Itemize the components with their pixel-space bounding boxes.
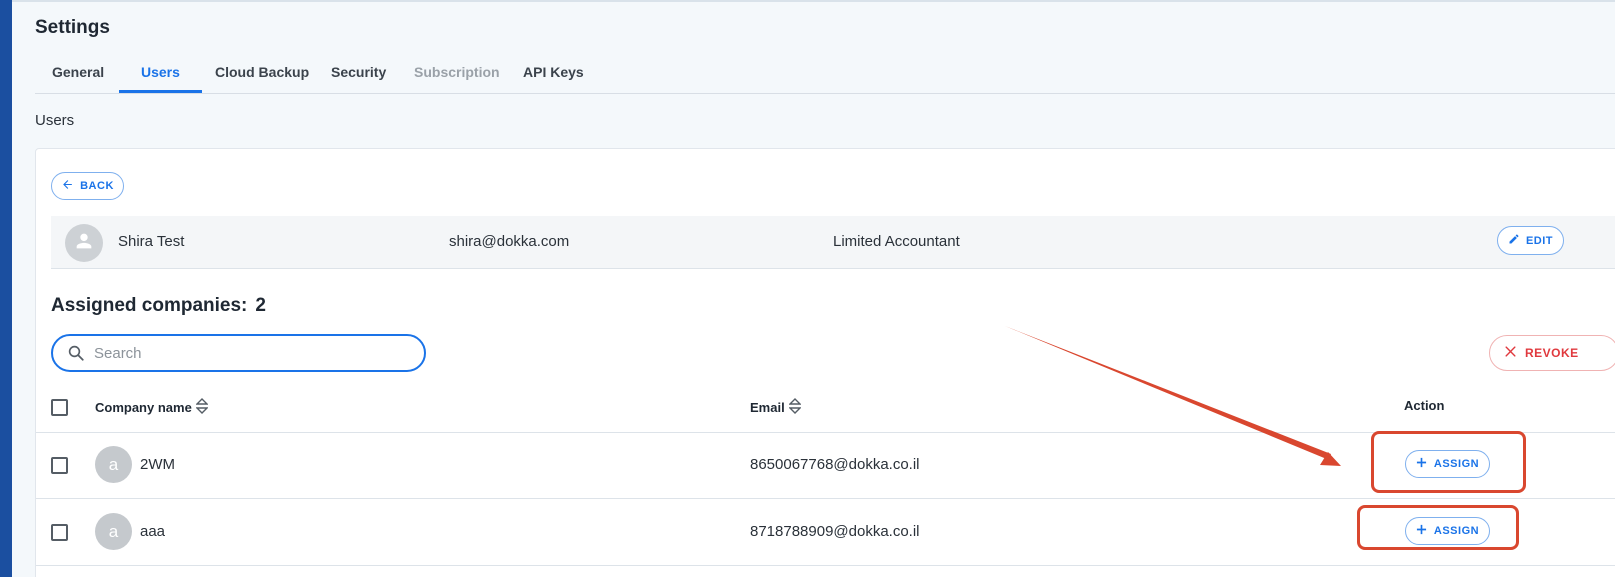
column-email[interactable]: Email (750, 398, 802, 417)
search-field[interactable] (51, 334, 426, 372)
back-button[interactable]: BACK (51, 172, 124, 200)
page-title: Settings (35, 17, 110, 38)
assign-button-label: ASSIGN (1433, 525, 1480, 537)
plus-icon (1416, 524, 1427, 538)
back-button-label: BACK (80, 180, 114, 192)
active-tab-indicator (119, 90, 202, 93)
column-action: Action (1404, 398, 1444, 413)
assign-button[interactable]: ASSIGN (1405, 450, 1490, 478)
tab-users[interactable]: Users (141, 64, 180, 80)
column-email-label: Email (750, 400, 785, 415)
search-icon (67, 344, 85, 362)
assign-button-label: ASSIGN (1433, 458, 1480, 470)
company-avatar: a (95, 513, 132, 550)
tab-api-keys[interactable]: API Keys (523, 64, 584, 80)
company-email: 8718788909@dokka.co.il (750, 523, 920, 540)
table-row: a 2WM 8650067768@dokka.co.il ASSIGN (36, 432, 1615, 499)
revoke-button-label: REVOKE (1525, 346, 1579, 360)
assigned-companies-label: Assigned companies: (51, 295, 248, 316)
tab-cloud-backup[interactable]: Cloud Backup (215, 64, 309, 80)
user-detail-card: BACK Shira Test shira@dokka.com Limited … (35, 148, 1615, 577)
tab-security[interactable]: Security (331, 64, 386, 80)
company-email: 8650067768@dokka.co.il (750, 456, 920, 473)
top-divider (12, 0, 1615, 2)
tab-subscription: Subscription (414, 64, 500, 80)
tab-general[interactable]: General (52, 64, 104, 80)
user-summary-row: Shira Test shira@dokka.com Limited Accou… (51, 216, 1615, 269)
row-checkbox[interactable] (51, 457, 68, 474)
company-name: 2WM (140, 456, 175, 473)
assigned-companies-count: 2 (255, 295, 266, 316)
assign-button[interactable]: ASSIGN (1405, 517, 1490, 545)
person-icon (73, 230, 95, 257)
sort-icon (787, 398, 802, 417)
company-name: aaa (140, 523, 166, 540)
pencil-icon (1508, 233, 1520, 248)
column-company-name[interactable]: Company name (95, 398, 209, 417)
edit-button-label: EDIT (1525, 234, 1554, 247)
app-sidebar-edge (0, 0, 12, 577)
column-company-name-label: Company name (95, 400, 192, 415)
table-header: Company name Email Action (36, 385, 1615, 433)
assigned-companies-heading: Assigned companies: 2 (51, 295, 266, 317)
column-action-label: Action (1404, 398, 1445, 413)
plus-icon (1416, 457, 1427, 471)
select-all-checkbox[interactable] (51, 399, 68, 416)
table-row: a aaa 8718788909@dokka.co.il ASSIGN (36, 499, 1615, 566)
section-label: Users (35, 112, 75, 129)
close-icon (1504, 345, 1517, 361)
avatar (65, 224, 103, 262)
row-checkbox[interactable] (51, 524, 68, 541)
user-name: Shira Test (118, 233, 185, 250)
revoke-button[interactable]: REVOKE (1489, 335, 1615, 371)
company-avatar: a (95, 446, 132, 483)
settings-tabs: General Users Cloud Backup Security Subs… (35, 52, 1615, 94)
sort-icon (195, 398, 209, 417)
arrow-left-icon (61, 178, 74, 194)
search-input[interactable] (94, 344, 394, 362)
user-role: Limited Accountant (833, 233, 960, 250)
user-email: shira@dokka.com (449, 233, 570, 250)
edit-user-button[interactable]: EDIT (1497, 226, 1564, 255)
